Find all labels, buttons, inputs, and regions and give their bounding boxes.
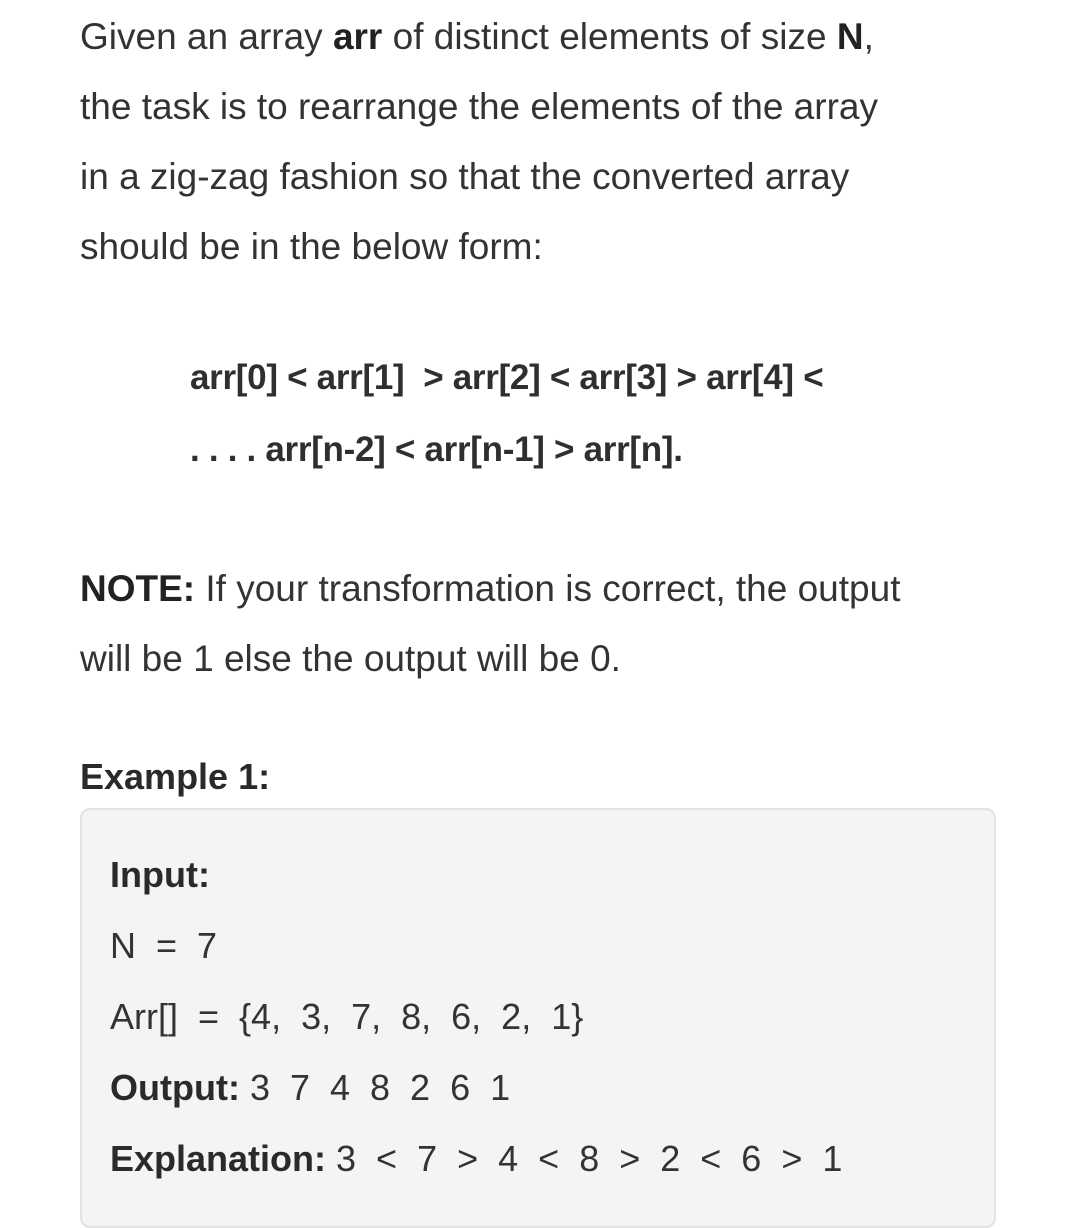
zigzag-formula: arr[0] < arr[1] > arr[2] < arr[3] > arr[…: [190, 342, 1000, 486]
note-line-1: If your transformation is correct, the o…: [195, 568, 901, 609]
note-paragraph: NOTE: If your transformation is correct,…: [80, 554, 1000, 694]
example-content: Input: N = 7 Arr[] = {4, 3, 7, 8, 6, 2, …: [110, 850, 842, 1205]
example-box: Input: N = 7 Arr[] = {4, 3, 7, 8, 6, 2, …: [80, 808, 996, 1228]
formula-line-1: arr[0] < arr[1] > arr[2] < arr[3] > arr[…: [190, 358, 824, 397]
note-label: NOTE:: [80, 568, 196, 609]
example-heading: Example 1:: [80, 756, 271, 797]
intro-line-4: should be in the below form:: [80, 226, 543, 267]
intro-arr-bold: arr: [332, 16, 383, 57]
explanation-label: Explanation:: [110, 1138, 327, 1179]
output-value: 3 7 4 8 2 6 1: [239, 1067, 511, 1108]
input-label-line: Input:: [110, 850, 842, 921]
intro-paragraph: Given an array arr of distinct elements …: [80, 0, 1000, 282]
input-label: Input:: [110, 854, 210, 895]
intro-line-3: in a zig-zag fashion so that the convert…: [80, 156, 850, 197]
problem-statement: Given an array arr of distinct elements …: [80, 0, 1000, 1228]
arr-value-line: Arr[] = {4, 3, 7, 8, 6, 2, 1}: [110, 996, 584, 1037]
intro-text-mid: of distinct elements of size: [382, 16, 837, 57]
intro-n-bold: N: [836, 16, 864, 57]
explanation-line: Explanation: 3 < 7 > 4 < 8 > 2 < 6 > 1: [110, 1134, 842, 1205]
note-line-2: will be 1 else the output will be 0.: [80, 638, 621, 679]
n-value-line: N = 7: [110, 925, 218, 966]
intro-text-pre: Given an array: [80, 16, 333, 57]
formula-line-2: . . . . arr[n-2] < arr[n-1] > arr[n].: [190, 430, 683, 469]
output-line: Output: 3 7 4 8 2 6 1: [110, 1063, 842, 1134]
output-label: Output:: [110, 1067, 240, 1108]
explanation-value: 3 < 7 > 4 < 8 > 2 < 6 > 1: [326, 1138, 843, 1179]
intro-line-2: the task is to rearrange the elements of…: [80, 86, 878, 127]
intro-text-post: ,: [863, 16, 874, 57]
